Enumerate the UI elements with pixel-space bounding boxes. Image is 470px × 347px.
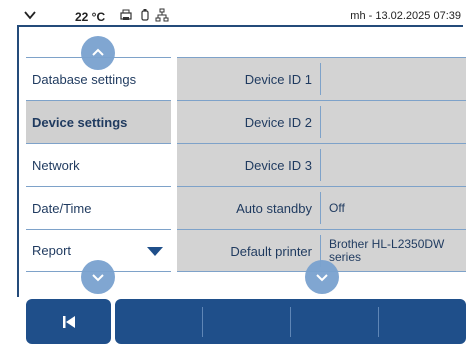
setting-label: Auto standby [236,200,312,216]
cell-divider [320,106,321,138]
setting-label: Device ID 1 [244,71,312,87]
setting-label: Device ID 3 [244,157,312,173]
bottom-bar [26,299,466,344]
network-icon [155,8,169,22]
menu-item-label: Database settings [32,71,137,87]
printer-icon [120,9,132,20]
temperature-readout: 22 °C [75,10,106,24]
softkey-bar [115,299,466,344]
menu-item-label: Network [32,157,80,173]
table-row[interactable]: Device ID 1 [177,57,466,100]
settings-menu: Database settings Device settings Networ… [26,57,171,272]
caret-down-icon [147,247,163,256]
menu-item-network[interactable]: Network [26,143,171,186]
cell-divider [320,63,321,95]
setting-value[interactable]: Off [329,187,464,229]
softkey-1[interactable] [115,299,202,344]
chevron-up-icon [92,48,104,56]
menu-item-label: Report [32,243,72,258]
screen: 22 °C mh - 13.02.2025 07:39 Database set… [0,0,470,347]
menu-scroll-down-button[interactable] [81,260,115,294]
menu-item-label: Device settings [32,114,128,130]
chevron-down-icon [316,274,328,282]
setting-value[interactable] [329,144,464,186]
frame-left-border [17,27,19,297]
setting-label: Default printer [230,243,312,259]
softkey-3[interactable] [291,299,378,344]
table-row[interactable]: Auto standby Off [177,186,466,229]
table-row[interactable]: Device ID 3 [177,143,466,186]
user-datetime: mh - 13.02.2025 07:39 [350,10,461,22]
cell-divider [320,149,321,181]
table-scroll-down-button[interactable] [305,260,339,294]
softkey-2[interactable] [203,299,290,344]
menu-item-label: Date/Time [32,200,92,216]
setting-value[interactable] [329,58,464,100]
setting-value[interactable] [329,101,464,143]
menu-item-device-settings[interactable]: Device settings [26,100,171,143]
setting-label: Device ID 2 [244,114,312,130]
setting-value[interactable]: Brother HL-L2350DW series [329,230,464,272]
usb-icon [141,9,149,21]
chevron-down-icon[interactable] [23,8,37,22]
chevron-down-icon [92,274,104,282]
device-settings-table: Device ID 1 Device ID 2 Device ID 3 Auto… [177,57,466,272]
table-row[interactable]: Device ID 2 [177,100,466,143]
menu-item-date-time[interactable]: Date/Time [26,186,171,229]
skip-back-icon [62,315,75,328]
cell-divider [320,192,321,224]
softkey-4[interactable] [379,299,466,344]
back-button[interactable] [26,299,111,344]
menu-scroll-up-button[interactable] [81,36,115,70]
status-bar: 22 °C mh - 13.02.2025 07:39 [17,6,463,27]
